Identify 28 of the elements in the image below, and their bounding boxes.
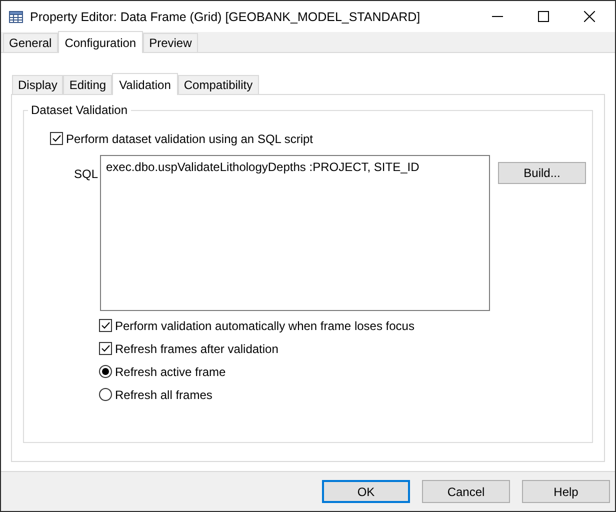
dialog-button[interactable]: Help [522,480,610,503]
sql-field[interactable]: exec.dbo.uspValidateLithologyDepths :PROJECT, SITE_ID [100,155,490,311]
tab[interactable]: General [3,33,58,52]
checkbox[interactable] [50,132,63,145]
tab[interactable]: Display [12,75,64,94]
checkbox-label: Refresh frames after validation [115,342,278,356]
radio-button[interactable] [99,388,112,401]
checkbox-label: Perform validation automatically when frame loses focus [115,318,414,332]
tab[interactable]: Preview [143,33,198,52]
tab[interactable]: Editing [63,75,112,94]
radio-label: Refresh active frame [115,364,226,378]
group-title: Dataset Validation [30,103,129,117]
grid-icon [9,10,23,22]
radio-label: Refresh all frames [115,388,212,402]
radio-button[interactable] [99,365,112,378]
close-icon[interactable] [584,11,595,22]
tab[interactable]: Compatibility [178,75,259,94]
sql-label: SQL [74,167,98,181]
dialog-button[interactable]: OK [322,480,410,503]
checkbox[interactable] [99,319,112,332]
checkbox[interactable] [99,342,112,355]
dialog-button[interactable]: Cancel [422,480,510,503]
maximize-icon[interactable] [538,11,549,22]
build-button[interactable]: Build... [498,162,586,184]
window-title: Property Editor: Data Frame (Grid) [GEOBANK_MODEL_STANDARD] [30,10,422,24]
checkbox-label: Perform dataset validation using an SQL script [66,132,314,146]
tab[interactable]: Validation [112,73,178,95]
tab[interactable]: Configuration [58,31,144,53]
